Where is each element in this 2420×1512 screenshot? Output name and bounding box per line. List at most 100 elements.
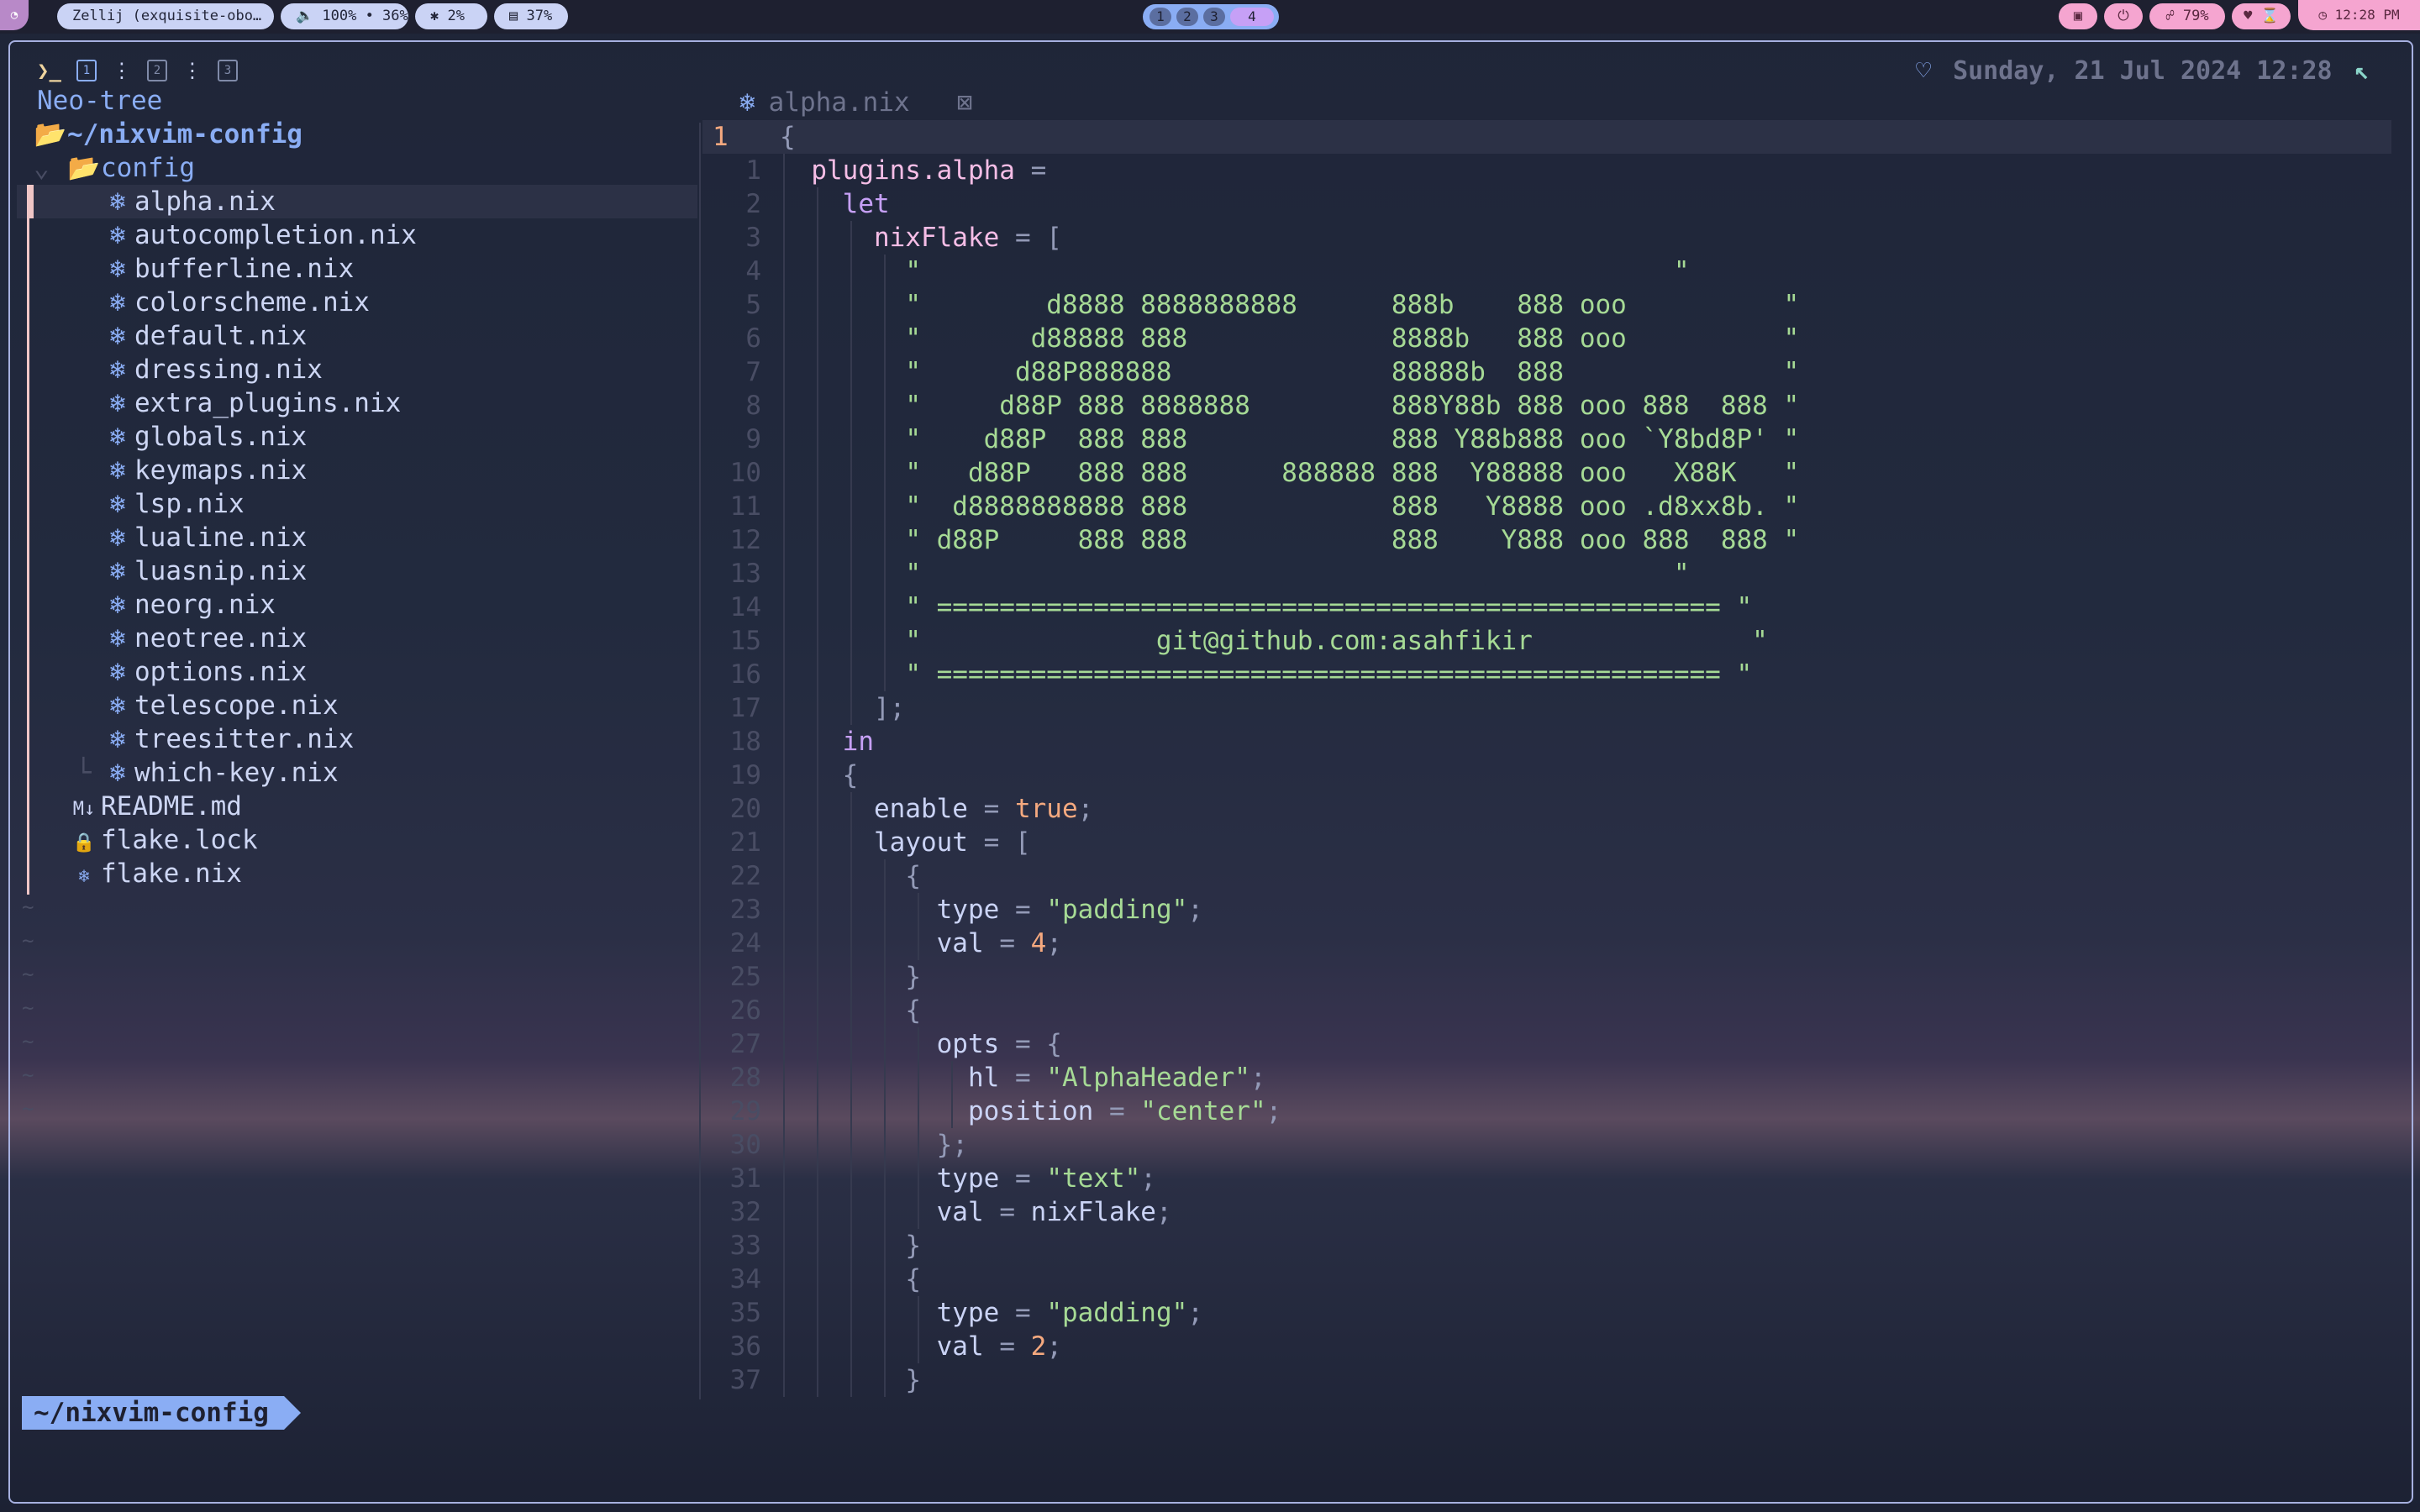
- line-number: 19: [729, 760, 761, 790]
- line-number: 29: [729, 1096, 761, 1126]
- code-line[interactable]: 28 hl = "AlphaHeader";: [702, 1061, 2391, 1095]
- code-text: " d88P 888 888 888888 888 Y88888 ooo X88…: [780, 456, 1799, 490]
- code-line[interactable]: 23 type = "padding";: [702, 893, 2391, 927]
- code-line[interactable]: 2 let: [702, 187, 2391, 221]
- workspace-3[interactable]: 3: [1203, 8, 1225, 26]
- tree-file-item[interactable]: ❄ dressing.nix: [17, 353, 697, 386]
- tree-file-item[interactable]: ❄ extra_plugins.nix: [17, 386, 697, 420]
- code-line[interactable]: 12 " d88P 888 888 888 Y888 ooo 888 888 ": [702, 523, 2391, 557]
- screenshot-icon[interactable]: ▣: [2059, 3, 2097, 29]
- code-line[interactable]: 4 " ": [702, 255, 2391, 288]
- tree-file-item[interactable]: ❄ lualine.nix: [17, 521, 697, 554]
- code-editor[interactable]: 1{1 plugins.alpha = 2 let 3 nixFlake = [4 …: [702, 120, 2391, 1397]
- tree-file-item[interactable]: M↓ README.md: [17, 790, 697, 823]
- file-label: treesitter.nix: [134, 724, 355, 754]
- nix-file-icon: ❄: [109, 657, 126, 687]
- code-line[interactable]: 33 }: [702, 1229, 2391, 1263]
- code-line[interactable]: 25 }: [702, 960, 2391, 994]
- tree-file-item[interactable]: ❄ bufferline.nix: [17, 252, 697, 286]
- tree-file-item[interactable]: ❄ treesitter.nix: [17, 722, 697, 756]
- code-line[interactable]: 20 enable = true;: [702, 792, 2391, 826]
- code-line[interactable]: 24 val = 4;: [702, 927, 2391, 960]
- code-line[interactable]: 32 val = nixFlake;: [702, 1195, 2391, 1229]
- os-logo-icon[interactable]: ◔: [0, 0, 29, 30]
- code-line[interactable]: 34 {: [702, 1263, 2391, 1296]
- code-text: enable = true;: [873, 794, 1094, 824]
- code-line[interactable]: 19 {: [702, 759, 2391, 792]
- session-indicator[interactable]: Zellij (exquisite-obo…: [57, 3, 274, 29]
- code-text: let: [842, 189, 890, 219]
- code-line[interactable]: 13 " ": [702, 557, 2391, 591]
- code-line[interactable]: 14 " ===================================…: [702, 591, 2391, 624]
- code-line[interactable]: 31 type = "text";: [702, 1162, 2391, 1195]
- workspace-4[interactable]: 4: [1230, 8, 1274, 26]
- tree-file-item[interactable]: ❄ neorg.nix: [17, 588, 697, 622]
- code-line[interactable]: 26 {: [702, 994, 2391, 1027]
- code-line[interactable]: 6 " d88888 888 8888b 888 ooo ": [702, 322, 2391, 355]
- code-line[interactable]: 10 " d88P 888 888 888888 888 Y88888 ooo …: [702, 456, 2391, 490]
- code-line[interactable]: 1 plugins.alpha =: [702, 154, 2391, 187]
- code-line[interactable]: 11 " d8888888888 888 888 Y8888 ooo .d8xx…: [702, 490, 2391, 523]
- tree-root[interactable]: 📂~/nixvim-config: [17, 118, 697, 151]
- line-number: 22: [729, 861, 761, 891]
- line-number: 37: [729, 1365, 761, 1395]
- nix-file-icon: ❄: [109, 758, 126, 788]
- code-line[interactable]: 9 " d88P 888 888 888 Y88b888 ooo `Y8bd8P…: [702, 423, 2391, 456]
- close-icon[interactable]: ⊠: [957, 86, 973, 119]
- status-icons[interactable]: ♥ ⌛: [2232, 3, 2291, 29]
- code-line[interactable]: 3 nixFlake = [: [702, 221, 2391, 255]
- code-line[interactable]: 7 " d88P888888 88888b 888 ": [702, 355, 2391, 389]
- code-line[interactable]: 30 };: [702, 1128, 2391, 1162]
- code-line[interactable]: 17 ];: [702, 691, 2391, 725]
- tree-file-item[interactable]: ❄ neotree.nix: [17, 622, 697, 655]
- buffer-name[interactable]: alpha.nix: [769, 86, 910, 119]
- line-number: 33: [729, 1231, 761, 1261]
- tab-3[interactable]: 3: [217, 60, 238, 81]
- code-text: ];: [873, 693, 906, 723]
- code-line[interactable]: 29 position = "center";: [702, 1095, 2391, 1128]
- tree-file-item[interactable]: ❄ lsp.nix: [17, 487, 697, 521]
- tree-file-item[interactable]: └ ❄ which-key.nix: [17, 756, 697, 790]
- code-line[interactable]: 1{: [702, 120, 2391, 154]
- code-line[interactable]: 5 " d8888 8888888888 888b 888 ooo ": [702, 288, 2391, 322]
- tree-file-item[interactable]: ❄ alpha.nix: [17, 185, 697, 218]
- code-line[interactable]: 35 type = "padding";: [702, 1296, 2391, 1330]
- code-line[interactable]: 8 " d88P 888 8888888 888Y88b 888 ooo 888…: [702, 389, 2391, 423]
- tree-file-item[interactable]: ❄ telescope.nix: [17, 689, 697, 722]
- clock[interactable]: ◷ 12:28 PM: [2298, 0, 2420, 30]
- line-number: 25: [729, 962, 761, 992]
- line-number: 1: [745, 155, 761, 186]
- code-line[interactable]: 16 " ===================================…: [702, 658, 2391, 691]
- line-number: 8: [745, 391, 761, 421]
- code-line[interactable]: 37 }: [702, 1363, 2391, 1397]
- tree-file-item[interactable]: ❄ options.nix: [17, 655, 697, 689]
- code-line[interactable]: 27 opts = {: [702, 1027, 2391, 1061]
- file-label: alpha.nix: [134, 186, 276, 217]
- tab-2[interactable]: 2: [146, 60, 167, 81]
- tree-file-item[interactable]: ❄ luasnip.nix: [17, 554, 697, 588]
- tree-file-item[interactable]: ❄ flake.nix: [17, 857, 697, 890]
- tree-file-item[interactable]: ❄ globals.nix: [17, 420, 697, 454]
- code-text: " ======================================…: [780, 591, 1752, 624]
- workspace-1[interactable]: 1: [1150, 8, 1171, 26]
- code-line[interactable]: 18 in: [702, 725, 2391, 759]
- tab-1[interactable]: 1: [76, 60, 97, 81]
- tree-file-item[interactable]: ❄ colorscheme.nix: [17, 286, 697, 319]
- code-line[interactable]: 36 val = 2;: [702, 1330, 2391, 1363]
- window-split-divider[interactable]: [699, 123, 701, 1399]
- tree-file-item[interactable]: 🔒 flake.lock: [17, 823, 697, 857]
- tilde-marker: ~: [22, 1097, 34, 1121]
- line-number: 5: [745, 290, 761, 320]
- tree-file-item[interactable]: ❄ keymaps.nix: [17, 454, 697, 487]
- arrow-up-left-icon[interactable]: ↖: [2354, 56, 2370, 86]
- tree-file-item[interactable]: ❄ autocompletion.nix: [17, 218, 697, 252]
- workspace-2[interactable]: 2: [1176, 8, 1198, 26]
- tree-file-item[interactable]: ❄ default.nix: [17, 319, 697, 353]
- volume-indicator[interactable]: 🔈 100% • 36%: [281, 3, 408, 29]
- code-line[interactable]: 15 " git@github.com:asahfikir ": [702, 624, 2391, 658]
- power-icon[interactable]: ⏻: [2104, 3, 2143, 29]
- tree-folder-config[interactable]: ⌄ 📂config: [17, 151, 697, 185]
- code-line[interactable]: 22 {: [702, 859, 2391, 893]
- code-line[interactable]: 21 layout = [: [702, 826, 2391, 859]
- line-number: 14: [729, 592, 761, 622]
